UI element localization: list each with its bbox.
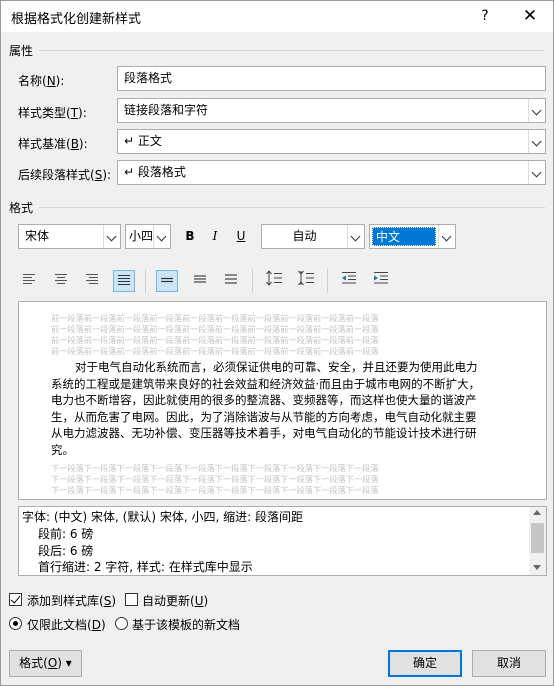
create-style-dialog: 根据格式化创建新样式 ? ✕ 属性 名称(N): 段落格式 样式类型(T): 链… xyxy=(0,0,554,686)
italic-button[interactable]: I xyxy=(204,225,226,247)
properties-group-label: 属性 xyxy=(9,44,34,58)
next-paragraph-line: 下一段落下一段落下一段落下一段落下一段落下一段落下一段落下一段落下一段落下一段落 xyxy=(51,463,379,473)
following-style-select[interactable]: ↵ 段落格式 xyxy=(117,160,546,185)
add-to-gallery-label[interactable]: 添加到样式库(S) xyxy=(27,592,116,609)
next-paragraph-line: 下一段落下一段落下一段落下一段落下一段落下一段落下一段落下一段落下一段落下一段落 xyxy=(51,485,379,495)
only-this-document-label[interactable]: 仅限此文档(D) xyxy=(27,616,106,633)
style-description: 字体: (中文) 宋体, (默认) 宋体, 小四, 缩进: 段落间距 段前: 6… xyxy=(18,506,547,576)
scroll-thumb[interactable] xyxy=(531,523,544,553)
based-on-label: 样式基准(B): xyxy=(18,137,88,151)
font-size-value: 小四 xyxy=(129,229,154,243)
one-half-spacing-icon[interactable] xyxy=(189,270,211,292)
scroll-up-icon[interactable] xyxy=(533,510,541,515)
next-paragraph-line: 下一段落下一段落下一段落下一段落下一段落下一段落下一段落下一段落下一段落下一段落 xyxy=(51,474,379,484)
justify-icon[interactable] xyxy=(113,270,135,292)
style-type-label: 样式类型(T): xyxy=(18,106,87,120)
new-documents-label[interactable]: 基于该模板的新文档 xyxy=(132,616,240,633)
increase-indent-icon[interactable] xyxy=(370,270,392,292)
sample-line: 对于电气自动化系统而言，必须保证供电的可靠、安全，并且还要为使用此电力 xyxy=(75,360,478,374)
close-button[interactable]: ✕ xyxy=(513,4,547,28)
auto-update-checkbox[interactable] xyxy=(125,593,138,606)
sample-line: 究。 xyxy=(51,442,74,457)
style-preview: 前一段落前一段落前一段落前一段落前一段落前一段落前一段落前一段落前一段落前一段落… xyxy=(18,301,547,500)
font-size-select[interactable]: 小四 xyxy=(125,224,171,249)
double-spacing-icon[interactable] xyxy=(220,270,242,292)
only-this-document-radio[interactable] xyxy=(9,617,22,630)
script-select[interactable]: 中文 xyxy=(369,224,456,249)
align-right-icon[interactable] xyxy=(81,270,103,292)
previous-paragraph-line: 前一段落前一段落前一段落前一段落前一段落前一段落前一段落前一段落前一段落前一段落 xyxy=(51,313,379,323)
description-line: 段后: 6 磅 xyxy=(38,544,94,558)
sample-line: 生，从而危害了电网。因此，为了消除谐波与从节能的方向考虑，电气自动化就主要 xyxy=(51,409,477,424)
sample-paragraph: 对于电气自动化系统而言，必须保证供电的可靠、安全，并且还要为使用此电力 系统的工… xyxy=(51,359,521,458)
decrease-indent-icon[interactable] xyxy=(338,270,360,292)
previous-paragraph-line: 前一段落前一段落前一段落前一段落前一段落前一段落前一段落前一段落前一段落前一段落 xyxy=(51,324,379,334)
following-style-label: 后续段落样式(S): xyxy=(18,168,112,182)
description-line: 段前: 6 磅 xyxy=(38,527,94,541)
increase-spacing-icon[interactable] xyxy=(263,270,285,292)
scroll-down-icon[interactable] xyxy=(533,565,541,570)
font-color-value: 自动 xyxy=(292,229,317,243)
align-left-icon[interactable] xyxy=(18,270,40,292)
previous-paragraph-line: 前一段落前一段落前一段落前一段落前一段落前一段落前一段落前一段落前一段落前一段落 xyxy=(51,346,379,356)
previous-paragraph-line: 前一段落前一段落前一段落前一段落前一段落前一段落前一段落前一段落前一段落前一段落 xyxy=(51,335,379,345)
font-name-select[interactable]: 宋体 xyxy=(18,224,121,249)
sample-line: 电力也不断增容，因此就使用的很多的整流器、变频器等，而这样也使大量的谐波产 xyxy=(51,393,477,407)
decrease-spacing-icon[interactable] xyxy=(295,270,317,292)
format-separator xyxy=(39,207,545,208)
auto-update-label[interactable]: 自动更新(U) xyxy=(142,592,208,609)
name-input[interactable]: 段落格式 xyxy=(117,66,546,91)
chevron-down-icon[interactable] xyxy=(347,225,364,248)
sample-line: 从电力滤波器、无功补偿、变压器等技术着手，对电气自动化的节能设计技术进行研 xyxy=(51,426,477,440)
description-line: 首行缩进: 2 字符, 样式: 在样式库中显示 xyxy=(38,560,253,574)
format-menu-button[interactable]: 格式(O) ▾ xyxy=(9,650,82,677)
add-to-gallery-checkbox[interactable] xyxy=(9,593,22,606)
ok-button[interactable]: 确定 xyxy=(388,650,462,677)
chevron-down-icon[interactable] xyxy=(528,130,545,153)
new-documents-radio[interactable] xyxy=(115,617,128,630)
format-group-label: 格式 xyxy=(9,201,34,215)
chevron-down-icon[interactable] xyxy=(528,161,545,184)
title-bar: 根据格式化创建新样式 ? ✕ xyxy=(1,1,553,32)
properties-separator xyxy=(39,50,545,51)
based-on-value: ↵ 正文 xyxy=(124,134,162,148)
single-spacing-icon[interactable] xyxy=(156,270,178,292)
toolbar-divider xyxy=(252,269,253,293)
chevron-down-icon[interactable] xyxy=(528,99,545,122)
underline-button[interactable]: U xyxy=(230,225,252,247)
font-name-value: 宋体 xyxy=(25,229,50,243)
chevron-down-icon[interactable] xyxy=(153,225,170,248)
description-scrollbar[interactable] xyxy=(529,507,546,575)
style-type-select[interactable]: 链接段落和字符 xyxy=(117,98,546,123)
following-style-value: ↵ 段落格式 xyxy=(124,165,186,179)
font-color-select[interactable]: 自动 xyxy=(261,224,365,249)
align-center-icon[interactable] xyxy=(50,270,72,292)
sample-line: 系统的工程或是建筑带来良好的社会效益和经济效益·而且由于城市电网的不断扩大， xyxy=(51,376,481,391)
dialog-title: 根据格式化创建新样式 xyxy=(11,12,142,27)
toolbar-divider xyxy=(145,269,146,293)
based-on-select[interactable]: ↵ 正文 xyxy=(117,129,546,154)
chevron-down-icon[interactable] xyxy=(438,225,455,248)
script-value: 中文 xyxy=(372,227,436,246)
chevron-down-icon[interactable] xyxy=(103,225,120,248)
help-button[interactable]: ? xyxy=(471,4,499,28)
description-line: 字体: (中文) 宋体, (默认) 宋体, 小四, 缩进: 段落间距 xyxy=(22,510,303,524)
cancel-button[interactable]: 取消 xyxy=(472,650,546,677)
name-label: 名称(N): xyxy=(18,74,65,88)
style-type-value: 链接段落和字符 xyxy=(124,103,209,117)
toolbar-divider xyxy=(327,269,328,293)
bold-button[interactable]: B xyxy=(179,225,201,247)
